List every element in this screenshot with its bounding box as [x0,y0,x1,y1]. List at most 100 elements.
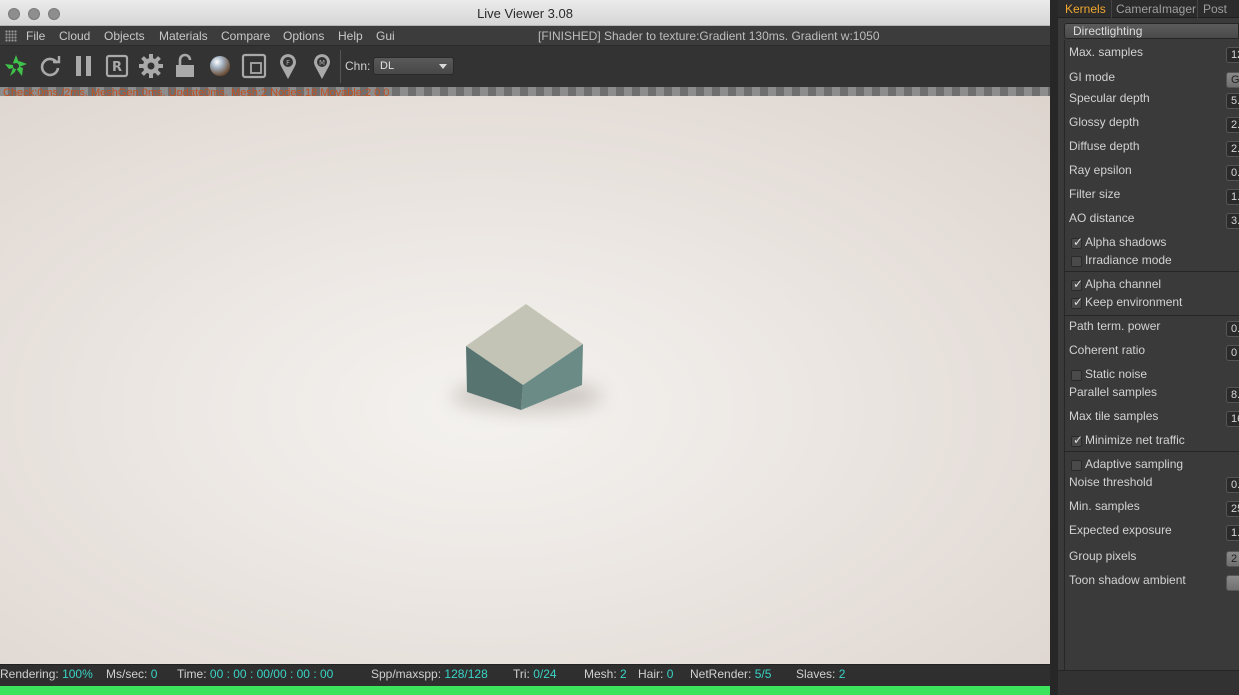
checkmark-icon: ✓ [1073,235,1084,249]
field-coherent-ratio[interactable]: 0 [1226,345,1239,361]
focus-pin-icon[interactable]: F [274,52,302,80]
menu-compare[interactable]: Compare [221,29,270,43]
menu-help[interactable]: Help [338,29,363,43]
label-toon-shadow-ambient: Toon shadow ambient [1069,573,1186,587]
property-separator [1064,315,1239,316]
panel-tabs: Kernels CameraImager Post [1058,0,1239,18]
label-gi-mode: GI mode [1069,70,1116,84]
checkbox-keep-environment[interactable]: ✓ [1071,295,1084,309]
checkbox-minimize-net-traffic[interactable]: ✓ [1071,433,1083,447]
label-ray-epsilon: Ray epsilon [1069,163,1132,177]
label-max-samples: Max. samples [1069,45,1144,59]
lock-icon[interactable] [171,52,199,80]
label-specular-depth: Specular depth [1069,91,1150,105]
field-path-term-power[interactable]: 0. [1226,321,1239,337]
tab-cameraimager[interactable]: CameraImager [1116,2,1196,16]
checkmark-icon: ✓ [1073,295,1084,309]
status-bar: Rendering: 100% Ms/sec: 0 Time: 00 : 00 … [0,664,1050,686]
menu-file[interactable]: File [26,29,45,43]
stat-hair: Hair: 0 [638,667,674,681]
material-pin-icon[interactable]: M [308,52,336,80]
field-toon-shadow-ambient[interactable] [1226,575,1239,591]
field-ray-epsilon[interactable]: 0. [1226,165,1239,181]
menu-options[interactable]: Options [283,29,324,43]
checkbox-alpha-channel[interactable]: ✓ [1071,277,1083,291]
label-static-noise: Static noise [1085,367,1148,381]
pause-icon[interactable] [70,52,98,80]
label-adaptive-sampling: Adaptive sampling [1085,457,1184,471]
field-ao-distance[interactable]: 3. [1226,213,1239,229]
property-separator [1064,271,1239,272]
label-ao-distance: AO distance [1069,211,1135,225]
tab-separator [1197,0,1198,18]
checkbox-adaptive-sampling[interactable] [1071,460,1082,471]
property-separator [1064,451,1239,452]
reset-icon[interactable]: R [103,52,131,80]
kernel-type-dropdown[interactable]: Directlighting [1064,23,1239,39]
label-filter-size: Filter size [1069,187,1121,201]
material-ball-icon[interactable] [206,52,234,80]
field-filter-size[interactable]: 1. [1226,189,1239,205]
label-path-term-power: Path term. power [1069,319,1161,333]
field-expected-exposure[interactable]: 1. [1226,525,1239,541]
menu-materials[interactable]: Materials [159,29,208,43]
channel-select[interactable]: DL [373,57,454,75]
live-viewer-window: Live Viewer 3.08 File Cloud Objects Mate… [0,0,1050,695]
rendered-cube [452,304,602,412]
tab-separator [1111,0,1112,18]
toolbar: R F M Chn: DL [0,47,1050,87]
menu-bar: File Cloud Objects Materials Compare Opt… [0,26,1050,46]
render-progress-fill [0,686,1050,695]
stat-rendering: Rendering: 100% [0,667,93,681]
checkbox-irradiance-mode[interactable] [1071,256,1082,267]
octane-logo-icon[interactable] [2,52,30,80]
field-glossy-depth[interactable]: 2. [1226,117,1239,133]
menu-cloud[interactable]: Cloud [59,29,90,43]
toolbar-separator [340,50,341,83]
svg-text:R: R [112,60,122,75]
field-gi-mode[interactable]: G [1226,72,1239,88]
label-alpha-channel: Alpha channel [1085,277,1162,291]
field-min-samples[interactable]: 25 [1226,501,1239,517]
stat-mssec: Ms/sec: 0 [106,667,158,681]
svg-text:F: F [286,59,290,67]
render-status-text: [FINISHED] Shader to texture:Gradient 13… [538,29,880,43]
label-min-samples: Min. samples [1069,499,1140,513]
gear-icon[interactable] [137,52,165,80]
stat-spp: Spp/maxspp: 128/128 [371,667,488,681]
title-bar[interactable]: Live Viewer 3.08 [0,0,1050,26]
grip-icon[interactable] [5,30,17,42]
render-viewport[interactable] [0,96,1050,664]
field-group-pixels[interactable]: 2 [1226,551,1239,567]
channel-label: Chn: [345,59,371,73]
app-root: Live Viewer 3.08 File Cloud Objects Mate… [0,0,1239,695]
label-max-tile-samples: Max tile samples [1069,409,1159,423]
field-parallel-samples[interactable]: 8. [1226,387,1239,403]
label-glossy-depth: Glossy depth [1069,115,1140,129]
tab-kernels[interactable]: Kernels [1065,2,1106,16]
field-noise-threshold[interactable]: 0. [1226,477,1239,493]
tab-post[interactable]: Post [1203,2,1227,16]
panel-footer [1058,670,1239,695]
label-alpha-shadows: Alpha shadows [1085,235,1167,249]
field-max-samples[interactable]: 12 [1226,47,1239,63]
field-specular-depth[interactable]: 5. [1226,93,1239,109]
field-diffuse-depth[interactable]: 2. [1226,141,1239,157]
svg-text:M: M [319,59,325,67]
label-expected-exposure: Expected exposure [1069,523,1172,537]
label-diffuse-depth: Diffuse depth [1069,139,1140,153]
menu-gui[interactable]: Gui [376,29,395,43]
stat-slaves: Slaves: 2 [796,667,846,681]
render-progress-bar [0,686,1050,695]
region-icon[interactable] [240,52,268,80]
label-coherent-ratio: Coherent ratio [1069,343,1146,357]
field-max-tile-samples[interactable]: 16 [1226,411,1239,427]
stat-netrender: NetRender: 5/5 [690,667,772,681]
panel-splitter[interactable] [1050,0,1058,695]
label-parallel-samples: Parallel samples [1069,385,1158,399]
checkbox-static-noise[interactable] [1071,370,1082,381]
refresh-icon[interactable] [36,52,64,80]
label-minimize-net-traffic: Minimize net traffic [1085,433,1185,447]
menu-objects[interactable]: Objects [104,29,145,43]
checkbox-alpha-shadows[interactable]: ✓ [1071,235,1084,249]
